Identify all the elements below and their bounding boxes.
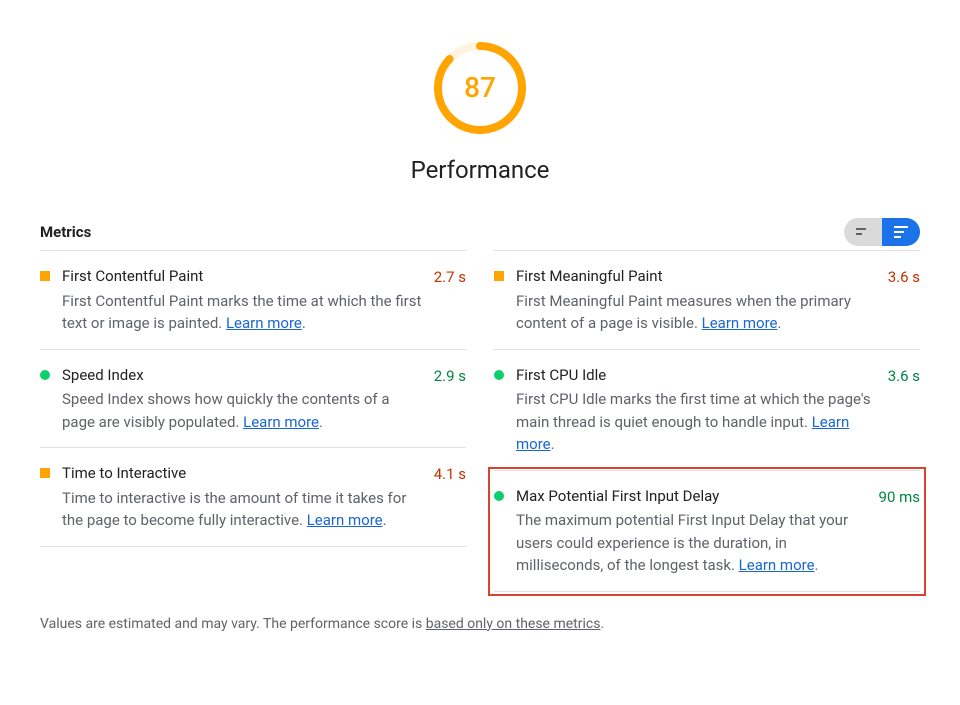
status-average-icon — [40, 468, 50, 478]
footnote-text: Values are estimated and may vary. The p… — [40, 616, 426, 632]
learn-more-link[interactable]: Learn more — [702, 314, 778, 332]
metric-title: Max Potential First Input Delay — [516, 485, 869, 508]
metrics-heading: Metrics — [40, 221, 91, 244]
metric-description: First Contentful Paint marks the time at… — [62, 290, 424, 335]
metric-title: First Contentful Paint — [62, 265, 424, 288]
learn-more-link[interactable]: Learn more — [307, 511, 383, 529]
metrics-column-right: First Meaningful PaintFirst Meaningful P… — [494, 250, 920, 592]
list-expanded-icon — [894, 226, 908, 238]
estimate-footnote: Values are estimated and may vary. The p… — [40, 614, 920, 635]
metric-body: Time to InteractiveTime to interactive i… — [62, 462, 434, 532]
gauge-score-text: 87 — [432, 40, 528, 136]
learn-more-link[interactable]: Learn more — [739, 556, 815, 574]
metric-body: Speed IndexSpeed Index shows how quickly… — [62, 364, 434, 434]
metric-title: First Meaningful Paint — [516, 265, 878, 288]
metric-value: 90 ms — [879, 486, 920, 509]
metric-row: Time to InteractiveTime to interactive i… — [40, 448, 466, 547]
metric-description: First CPU Idle marks the first time at w… — [516, 388, 878, 456]
status-average-icon — [494, 271, 504, 281]
metric-row: First CPU IdleFirst CPU Idle marks the f… — [494, 350, 920, 471]
status-average-icon — [40, 271, 50, 281]
metric-row: Speed IndexSpeed Index shows how quickly… — [40, 350, 466, 449]
view-toggle[interactable] — [844, 218, 920, 246]
metric-row: First Meaningful PaintFirst Meaningful P… — [494, 251, 920, 350]
status-pass-icon — [494, 491, 504, 501]
metric-value: 2.9 s — [434, 365, 466, 388]
metric-row: First Contentful PaintFirst Contentful P… — [40, 251, 466, 350]
category-title: Performance — [411, 152, 550, 188]
metric-body: Max Potential First Input DelayThe maxim… — [516, 485, 879, 577]
learn-more-link[interactable]: Learn more — [243, 413, 319, 431]
metric-body: First CPU IdleFirst CPU Idle marks the f… — [516, 364, 888, 456]
metric-title: Time to Interactive — [62, 462, 424, 485]
footnote-link[interactable]: based only on these metrics — [426, 616, 601, 632]
gauge-circle: 87 — [432, 40, 528, 136]
metric-description: The maximum potential First Input Delay … — [516, 509, 869, 577]
metric-value: 3.6 s — [888, 365, 920, 388]
learn-more-link[interactable]: Learn more — [516, 413, 849, 454]
metric-value: 4.1 s — [434, 463, 466, 486]
metric-row: Max Potential First Input DelayThe maxim… — [494, 471, 920, 592]
metric-body: First Contentful PaintFirst Contentful P… — [62, 265, 434, 335]
view-toggle-expanded[interactable] — [882, 218, 920, 246]
footnote-suffix: . — [600, 616, 604, 632]
metrics-column-left: First Contentful PaintFirst Contentful P… — [40, 250, 466, 592]
metric-description: Speed Index shows how quickly the conten… — [62, 388, 424, 433]
status-pass-icon — [40, 370, 50, 380]
score-gauge: 87 Performance — [40, 40, 920, 188]
metric-description: First Meaningful Paint measures when the… — [516, 290, 878, 335]
status-pass-icon — [494, 370, 504, 380]
metric-title: Speed Index — [62, 364, 424, 387]
view-toggle-compact[interactable] — [844, 218, 882, 246]
metric-value: 2.7 s — [434, 266, 466, 289]
metric-title: First CPU Idle — [516, 364, 878, 387]
metric-value: 3.6 s — [888, 266, 920, 289]
learn-more-link[interactable]: Learn more — [226, 314, 302, 332]
metric-description: Time to interactive is the amount of tim… — [62, 487, 424, 532]
list-compact-icon — [856, 227, 870, 237]
metric-body: First Meaningful PaintFirst Meaningful P… — [516, 265, 888, 335]
